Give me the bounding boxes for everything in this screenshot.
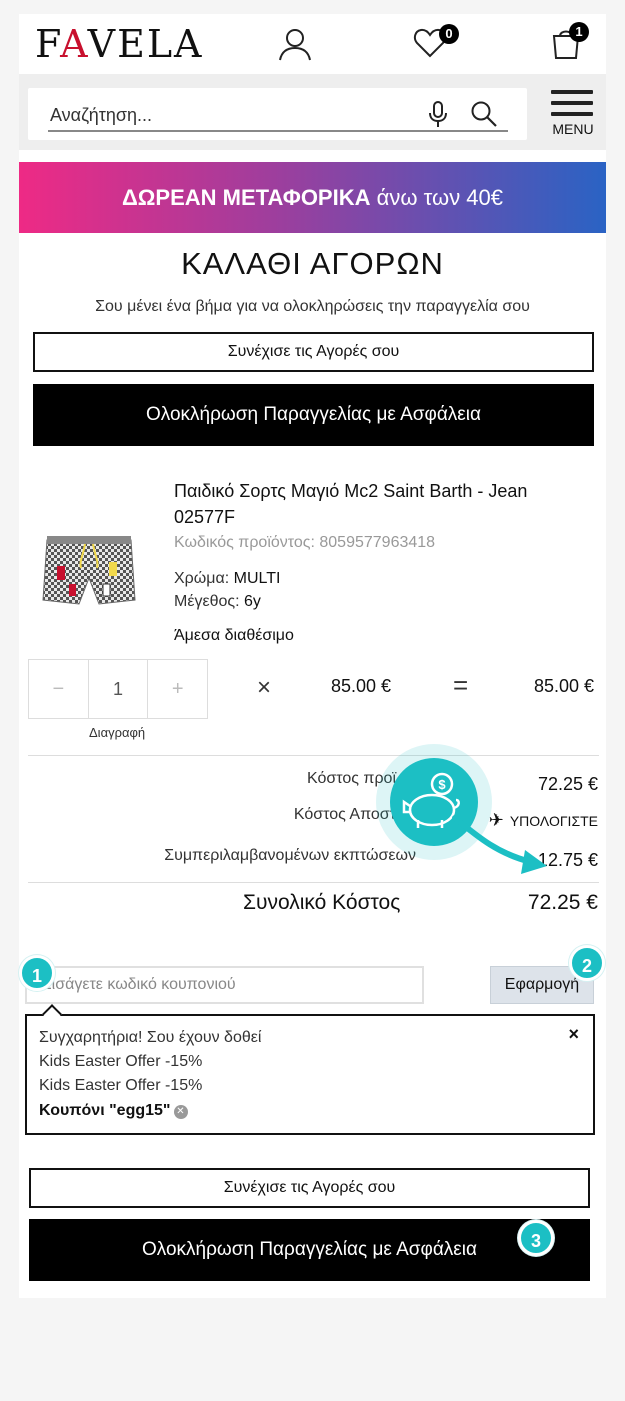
size-label: Μέγεθος: [174,593,240,610]
checkout-button-top[interactable]: Ολοκλήρωση Παραγγελίας με Ασφάλεια [33,384,594,446]
divider [28,755,599,756]
product-image[interactable] [39,522,139,612]
wishlist-icon[interactable]: 0 [413,24,459,62]
popup-pointer [42,1004,62,1024]
quantity-stepper: − 1 + [28,659,208,719]
page-subtitle: Σου μένει ένα βήμα για να ολοκληρώσεις τ… [95,298,530,315]
cart-icon[interactable]: 1 [551,22,589,62]
free-shipping-banner[interactable]: ΔΩΡΕΑΝ ΜΕΤΑΦΟΡΙΚΑ άνω των 40€ [19,162,606,233]
availability-status: Άμεσα διαθέσιμο [174,627,294,644]
multiply-sign: × [257,674,272,701]
coupon-success-popup: Συγχαρητήρια! Σου έχουν δοθεί Kids Easte… [25,1004,595,1135]
products-cost-value: 72.25 € [537,774,598,794]
quantity-value[interactable]: 1 [87,660,149,718]
search-input[interactable] [50,102,430,128]
decrease-quantity-button[interactable]: − [29,660,88,718]
search-box [28,88,527,140]
applied-coupon: Κουπόνι "egg15" ✕ [39,1102,188,1120]
annotation-arrow [452,815,547,874]
remove-coupon-icon[interactable]: ✕ [173,1105,188,1119]
svg-text:$: $ [438,777,446,792]
wishlist-count-badge: 0 [439,24,459,44]
size-value: 6y [244,593,261,610]
cart-page: FAVELA 0 1 MENU ΔΩΡΕ [19,14,606,1298]
coupon-offer-line: Kids Easter Offer -15% [39,1077,203,1094]
color-value: MULTI [233,570,281,587]
product-color: Χρώμα: MULTI [174,570,280,588]
coupon-offer-line: Kids Easter Offer -15% [39,1053,203,1070]
search-underline [48,130,508,132]
color-label: Χρώμα: [174,570,230,587]
step-2-marker: 2 [569,945,605,981]
discounts-label: Συμπεριλαμβανομένων εκπτώσεων [164,847,416,864]
page-title: ΚΑΛΑΘΙ ΑΓΟΡΩΝ [181,246,444,281]
microphone-icon[interactable] [428,100,448,128]
promo-text: άνω των 40€ [376,185,504,210]
promo-bold-text: ΔΩΡΕΑΝ ΜΕΤΑΦΟΡΙΚΑ [121,185,371,210]
checkout-button-bottom[interactable]: Ολοκλήρωση Παραγγελίας με Ασφάλεια [29,1219,590,1281]
favela-logo[interactable]: FAVELA [35,24,204,64]
equals-sign: = [453,670,469,700]
unit-price: 85.00 € [331,676,392,696]
hamburger-icon [551,90,593,123]
total-cost-label: Συνολικό Κόστος [243,891,401,914]
search-icon[interactable] [470,100,498,128]
continue-shopping-button-bottom[interactable]: Συνέχισε τις Αγορές σου [29,1168,590,1208]
account-icon[interactable] [277,26,313,62]
menu-label: MENU [552,121,594,137]
step-3-marker: 3 [518,1220,554,1256]
coupon-code-input[interactable] [25,966,424,1004]
cart-count-badge: 1 [569,22,589,42]
product-code: Κωδικός προϊόντος: 8059577963418 [174,534,436,551]
site-header: FAVELA 0 1 [19,14,606,74]
coupon-congrats-text: Συγχαρητήρια! Σου έχουν δοθεί [39,1029,262,1046]
coupon-code-label: Κουπόνι "egg15" [39,1102,171,1119]
increase-quantity-button[interactable]: + [148,660,207,718]
step-1-marker: 1 [19,955,55,991]
menu-button[interactable]: MENU [549,88,597,140]
product-name[interactable]: Παιδικό Σορτς Μαγιό Mc2 Saint Barth - Je… [174,478,584,530]
line-total: 85.00 € [534,676,595,696]
total-cost-value: 72.25 € [527,891,598,914]
close-popup-icon[interactable]: × [568,1024,579,1045]
product-size: Μέγεθος: 6y [174,593,261,611]
search-bar: MENU [19,74,606,150]
delete-item-link[interactable]: Διαγραφή [89,725,145,740]
continue-shopping-button-top[interactable]: Συνέχισε τις Αγορές σου [33,332,594,372]
